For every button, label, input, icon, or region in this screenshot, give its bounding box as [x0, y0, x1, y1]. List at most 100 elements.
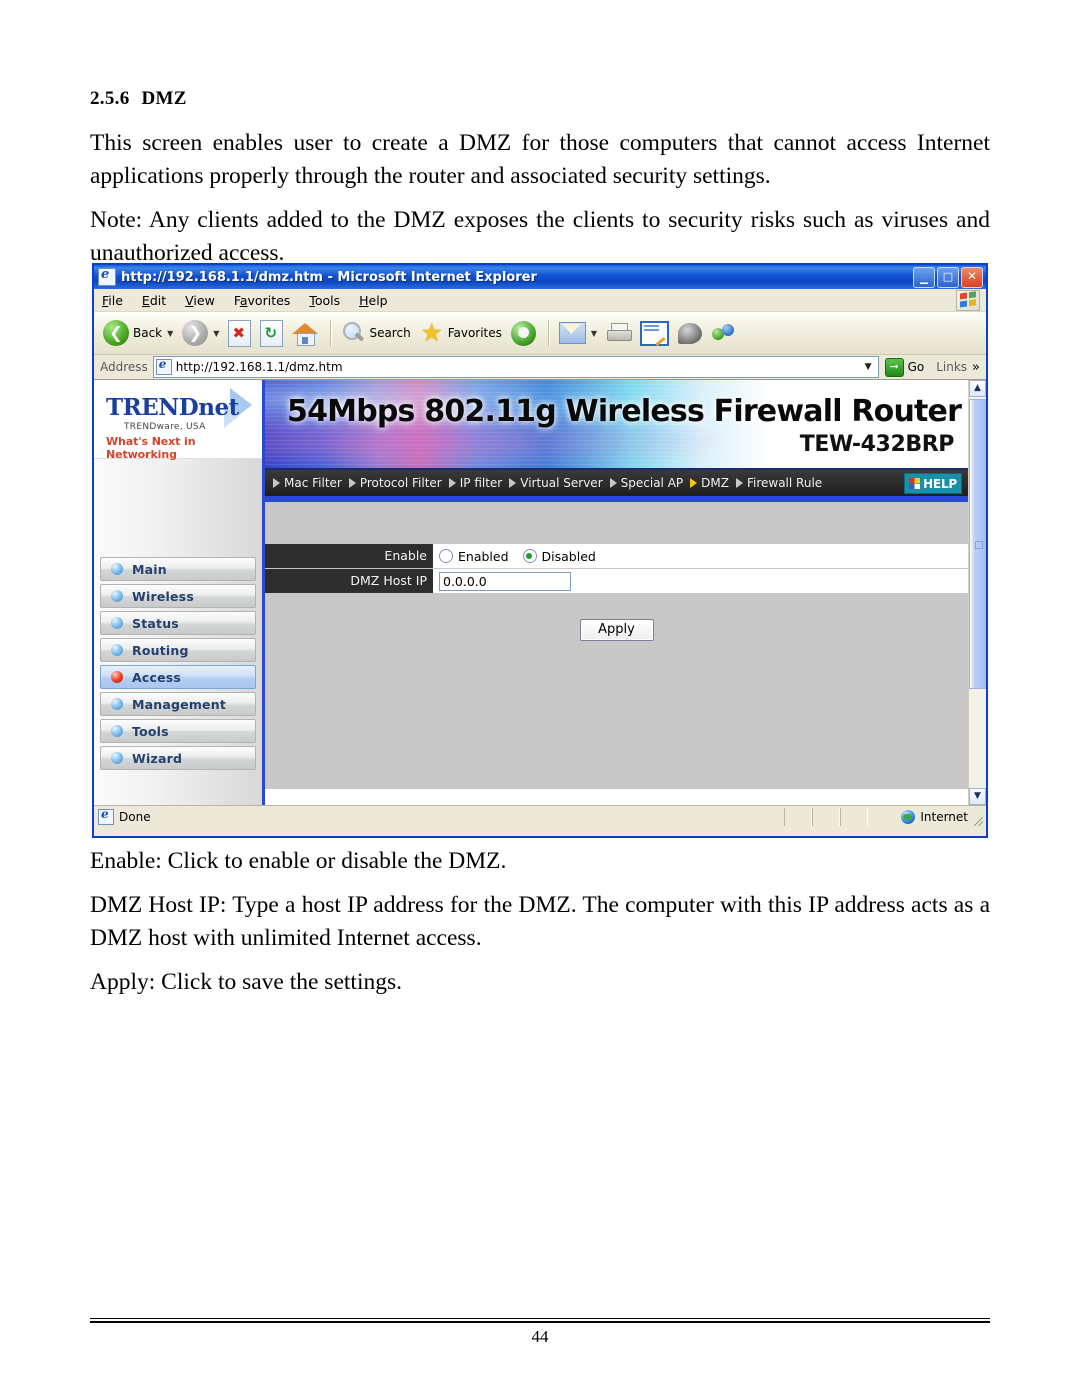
- toolbar-divider: [330, 320, 333, 346]
- forward-dropdown-icon[interactable]: ▼: [213, 329, 219, 338]
- sidebar-item-routing[interactable]: Routing: [100, 638, 256, 662]
- home-button[interactable]: [289, 316, 321, 350]
- bullet-icon: [111, 590, 123, 602]
- menu-help[interactable]: Help: [359, 293, 388, 308]
- maximize-button[interactable]: □: [937, 267, 959, 288]
- tab-ip-filter[interactable]: IP filter: [448, 476, 503, 490]
- menu-edit[interactable]: Edit: [142, 293, 166, 308]
- status-text: Done: [119, 810, 151, 824]
- scrollbar-thumb[interactable]: [969, 399, 986, 689]
- radio-disabled[interactable]: Disabled: [522, 549, 596, 564]
- brand-tagline: What's Next in Networking: [106, 435, 196, 461]
- tab-label: IP filter: [459, 476, 503, 490]
- mail-dropdown-icon[interactable]: ▼: [591, 329, 597, 338]
- back-button[interactable]: ❮ Back ▼: [100, 316, 176, 350]
- apply-button[interactable]: Apply: [579, 619, 654, 641]
- minimize-icon: _: [920, 265, 928, 284]
- page-scrollbar[interactable]: ▲ ▼: [968, 380, 986, 805]
- bullet-icon: [111, 644, 123, 656]
- form-row-host-ip: DMZ Host IP: [265, 569, 968, 594]
- tab-label: DMZ: [701, 476, 729, 490]
- tab-mac-filter[interactable]: Mac Filter: [273, 476, 342, 490]
- menu-view[interactable]: View: [185, 293, 215, 308]
- menu-favorites[interactable]: Favorites: [234, 293, 290, 308]
- host-ip-label: DMZ Host IP: [265, 569, 433, 593]
- sidebar-item-status[interactable]: Status: [100, 611, 256, 635]
- sidebar-item-label: Main: [132, 561, 167, 577]
- sidebar-item-wizard[interactable]: Wizard: [100, 746, 256, 770]
- desc-apply: Apply: Click to save the settings.: [90, 969, 402, 995]
- search-button[interactable]: Search: [338, 316, 413, 350]
- resize-grip-icon[interactable]: [974, 817, 983, 826]
- forward-button[interactable]: ❯ ▼: [179, 316, 222, 350]
- browser-toolbar: ❮ Back ▼ ❯ ▼ ✖ ↻ Search ★ Favorites ▼: [94, 312, 986, 355]
- router-sidebar: TRENDnet TRENDware, USA What's Next in N…: [94, 380, 265, 805]
- menu-file[interactable]: File: [102, 293, 123, 308]
- toolbar-overflow-icon[interactable]: »: [972, 360, 980, 375]
- print-button[interactable]: [603, 316, 634, 350]
- refresh-button[interactable]: ↻: [257, 316, 286, 350]
- sidebar-nav: Main Wireless Status Routing Access Mana…: [94, 557, 262, 770]
- tab-arrow-icon: [735, 478, 743, 488]
- stop-button[interactable]: ✖: [225, 316, 254, 350]
- windows-flag-icon: [956, 290, 980, 311]
- bullet-icon: [111, 698, 123, 710]
- zone-label: Internet: [920, 810, 968, 824]
- tab-firewall-rule[interactable]: Firewall Rule: [735, 476, 822, 490]
- discuss-button[interactable]: [675, 316, 705, 350]
- go-button[interactable]: ➞ Go: [884, 357, 924, 377]
- section-title: DMZ: [141, 88, 187, 109]
- tab-label: Special AP: [620, 476, 684, 490]
- address-input[interactable]: http://192.168.1.1/dmz.htm ▼: [152, 356, 879, 378]
- product-model: TEW-432BRP: [799, 432, 955, 457]
- form-row-enable: Enable Enabled Disabled: [265, 544, 968, 569]
- dmz-form: Enable Enabled Disabled DMZ Host IP 0.0.…: [265, 502, 968, 789]
- favorites-button[interactable]: ★ Favorites: [417, 316, 505, 350]
- scroll-up-button[interactable]: ▲: [969, 380, 986, 397]
- mail-button[interactable]: ▼: [556, 316, 600, 350]
- router-content: 54Mbps 802.11g Wireless Firewall Router …: [265, 380, 968, 805]
- close-button[interactable]: ✕: [961, 267, 983, 288]
- dmz-host-ip-input[interactable]: [439, 571, 571, 591]
- enable-value: Enabled Disabled: [433, 544, 968, 568]
- sidebar-item-tools[interactable]: Tools: [100, 719, 256, 743]
- tab-special-ap[interactable]: Special AP: [609, 476, 684, 490]
- globe-icon: [901, 810, 916, 824]
- media-button[interactable]: [508, 316, 539, 350]
- menu-tools[interactable]: Tools: [309, 293, 340, 308]
- chevron-down-icon[interactable]: ▼: [861, 362, 876, 372]
- address-label: Address: [100, 360, 148, 374]
- bullet-icon: [111, 563, 123, 575]
- product-title: 54Mbps 802.11g Wireless Firewall Router: [287, 394, 962, 429]
- forward-arrow-icon: ❯: [182, 320, 209, 346]
- messenger-button[interactable]: [708, 316, 738, 350]
- sidebar-item-management[interactable]: Management: [100, 692, 256, 716]
- apply-row: Apply: [265, 594, 968, 641]
- links-label[interactable]: Links: [936, 360, 967, 374]
- back-dropdown-icon[interactable]: ▼: [167, 329, 173, 338]
- edit-button[interactable]: [637, 316, 672, 350]
- sidebar-item-label: Wizard: [132, 750, 183, 766]
- tab-arrow-icon: [348, 478, 356, 488]
- sidebar-item-wireless[interactable]: Wireless: [100, 584, 256, 608]
- tab-dmz[interactable]: DMZ: [690, 476, 729, 490]
- security-zone[interactable]: Internet: [901, 810, 968, 824]
- window-controls: _ □ ✕: [913, 267, 983, 288]
- status-page-icon: [98, 807, 114, 825]
- radio-enabled[interactable]: Enabled: [439, 549, 509, 564]
- router-page: TRENDnet TRENDware, USA What's Next in N…: [94, 380, 968, 805]
- tab-protocol-filter[interactable]: Protocol Filter: [348, 476, 442, 490]
- desc-host-ip: DMZ Host IP: Type a host IP address for …: [90, 892, 990, 951]
- sidebar-item-main[interactable]: Main: [100, 557, 256, 581]
- document-body: 2.5.6 DMZ This screen enables user to cre…: [90, 0, 990, 270]
- tab-label: Virtual Server: [520, 476, 603, 490]
- go-arrow-icon: ➞: [884, 357, 904, 377]
- status-panel: [784, 808, 812, 826]
- tab-virtual-server[interactable]: Virtual Server: [509, 476, 603, 490]
- help-button[interactable]: HELP: [904, 473, 962, 494]
- minimize-button[interactable]: _: [913, 267, 935, 288]
- radio-enabled-label: Enabled: [458, 548, 509, 564]
- scroll-down-button[interactable]: ▼: [969, 788, 986, 805]
- sidebar-item-label: Access: [132, 669, 182, 685]
- sidebar-item-access[interactable]: Access: [100, 665, 256, 689]
